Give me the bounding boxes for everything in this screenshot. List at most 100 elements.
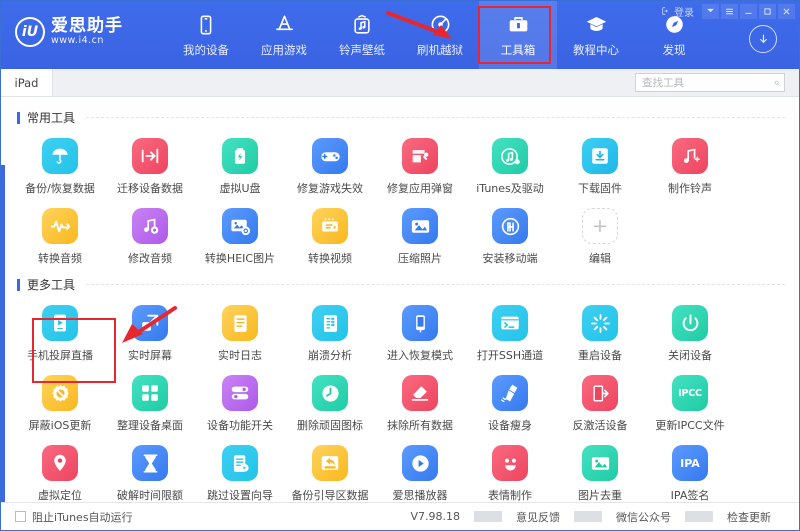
nav-label: 工具箱: [501, 42, 536, 58]
tool-convert-audio[interactable]: 转换音频: [15, 202, 105, 272]
nav-label: 应用游戏: [261, 42, 307, 58]
tool-label: 迁移设备数据: [117, 180, 183, 196]
tool-delete-stubborn-icon[interactable]: 删除顽固图标: [285, 369, 375, 439]
tool-virtual-location[interactable]: 虚拟定位: [15, 439, 105, 502]
tool-edit-audio[interactable]: 修改音频: [105, 202, 195, 272]
tool-deactivate-device[interactable]: 反激活设备: [555, 369, 645, 439]
block-itunes-checkbox[interactable]: 阻止iTunes自动运行: [15, 509, 133, 525]
compass-icon: [662, 13, 686, 37]
tool-edit-list[interactable]: + 编辑: [555, 202, 645, 272]
tool-realtime-log[interactable]: 实时日志: [195, 299, 285, 369]
tool-restart-device[interactable]: 重启设备: [555, 299, 645, 369]
tool-backup-boot-data[interactable]: 备份引导区数据: [285, 439, 375, 502]
usb-icon: [222, 138, 258, 174]
tab-ipad[interactable]: iPad: [1, 69, 53, 96]
ringtone-make-icon: [672, 138, 708, 174]
tool-skip-setup-wizard[interactable]: 跳过设置向导: [195, 439, 285, 502]
status-separator: [574, 511, 602, 522]
tool-label: 转换音频: [38, 250, 82, 266]
tool-install-mobile[interactable]: 安装移动端: [465, 202, 555, 272]
nav-item-apps-games[interactable]: 应用游戏: [245, 1, 323, 69]
tool-open-ssh[interactable]: 打开SSH通道: [465, 299, 555, 369]
feedback-link[interactable]: 意见反馈: [502, 509, 574, 525]
tool-crack-time-limit[interactable]: 破解时间限额: [105, 439, 195, 502]
nav-label: 铃声壁纸: [339, 42, 385, 58]
tool-ipa-sign[interactable]: IPA IPA签名: [645, 439, 735, 502]
tool-download-firmware[interactable]: 下载固件: [555, 132, 645, 202]
tool-realtime-screen[interactable]: 实时屏幕: [105, 299, 195, 369]
tool-crash-report[interactable]: 崩溃分析: [285, 299, 375, 369]
tool-convert-video[interactable]: 转换视频: [285, 202, 375, 272]
search-box[interactable]: [635, 73, 785, 92]
backup-boot-icon: [312, 445, 348, 481]
minimize-button[interactable]: [740, 4, 757, 19]
tool-recovery-mode[interactable]: 进入恢复模式: [375, 299, 465, 369]
close-button[interactable]: [778, 4, 795, 19]
app-window: 登录 iU 爱思助手 www.i4.cn: [0, 0, 800, 531]
toolbox-icon: [506, 13, 530, 37]
tool-backup-restore[interactable]: 备份/恢复数据: [15, 132, 105, 202]
block-update-icon: [42, 375, 78, 411]
tool-compress-photo[interactable]: 压缩照片: [375, 202, 465, 272]
ringtone-icon: [350, 13, 374, 37]
tool-label: 转换HEIC图片: [205, 250, 275, 266]
tool-fix-app-popup[interactable]: 修复应用弹窗: [375, 132, 465, 202]
tool-i4-player[interactable]: 爱思播放器: [375, 439, 465, 502]
tool-label: 重启设备: [578, 347, 622, 363]
brand-logo[interactable]: iU 爱思助手 www.i4.cn: [15, 17, 155, 47]
nav-item-ringtone-wallpaper[interactable]: 铃声壁纸: [323, 1, 401, 69]
tool-erase-all-data[interactable]: 抹除所有数据: [375, 369, 465, 439]
checkbox-label: 阻止iTunes自动运行: [32, 509, 133, 525]
wechat-link[interactable]: 微信公众号: [602, 509, 685, 525]
tool-grid-more: 手机投屏直播 实时屏幕 实时日志: [15, 299, 785, 502]
section-accent-bar: [17, 112, 20, 124]
tool-photo-dedupe[interactable]: 图片去重: [555, 439, 645, 502]
video-convert-icon: [312, 208, 348, 244]
search-input[interactable]: [642, 77, 774, 89]
tool-label: 备份/恢复数据: [25, 180, 95, 196]
maximize-button[interactable]: [759, 4, 776, 19]
tool-itunes-driver[interactable]: iTunes及驱动: [465, 132, 555, 202]
tool-screen-cast[interactable]: 手机投屏直播: [15, 299, 105, 369]
location-pin-icon: [42, 445, 78, 481]
flash-icon: [428, 13, 452, 37]
check-update-link[interactable]: 检查更新: [713, 509, 785, 525]
nav-item-tutorial-center[interactable]: 教程中心: [557, 1, 635, 69]
tool-block-ios-update[interactable]: 屏蔽iOS更新: [15, 369, 105, 439]
tool-make-ringtone[interactable]: 制作铃声: [645, 132, 735, 202]
section-header-more-tools: 更多工具: [17, 276, 785, 293]
tool-label: 关闭设备: [668, 347, 712, 363]
tool-label: 修复游戏失效: [297, 180, 363, 196]
tool-virtual-usb[interactable]: 虚拟U盘: [195, 132, 285, 202]
section-title: 更多工具: [27, 276, 75, 293]
nav-item-discover[interactable]: 发现: [635, 1, 713, 69]
tool-convert-heic[interactable]: 转换HEIC图片: [195, 202, 285, 272]
nav-item-toolbox[interactable]: 工具箱: [479, 1, 557, 69]
nav-item-flash-jailbreak[interactable]: 刷机越狱: [401, 1, 479, 69]
checkbox-box[interactable]: [15, 511, 26, 522]
heic-convert-icon: [222, 208, 258, 244]
hamburger-icon: [725, 7, 734, 16]
tool-fix-game[interactable]: 修复游戏失效: [285, 132, 375, 202]
menu-button[interactable]: [721, 4, 738, 19]
tool-label: 抹除所有数据: [387, 417, 453, 433]
status-bar-right: V7.98.18 意见反馈 微信公众号 检查更新: [396, 509, 785, 525]
device-tabstrip: iPad: [1, 69, 799, 97]
tool-organize-desktop[interactable]: 整理设备桌面: [105, 369, 195, 439]
install-mobile-icon: [492, 208, 528, 244]
tool-power-off-device[interactable]: 关闭设备: [645, 299, 735, 369]
log-icon: [222, 305, 258, 341]
search-icon[interactable]: [774, 77, 780, 89]
tool-emoji-maker[interactable]: 表情制作: [465, 439, 555, 502]
recovery-mode-icon: [402, 305, 438, 341]
tool-update-ipcc[interactable]: IPCC 更新IPCC文件: [645, 369, 735, 439]
tool-label: 表情制作: [488, 487, 532, 502]
download-button[interactable]: [749, 25, 777, 53]
tool-feature-switch[interactable]: 设备功能开关: [195, 369, 285, 439]
tool-migrate-data[interactable]: 迁移设备数据: [105, 132, 195, 202]
nav-item-my-device[interactable]: 我的设备: [167, 1, 245, 69]
plus-icon: +: [582, 208, 618, 244]
emoji-icon: [492, 445, 528, 481]
tool-device-slim[interactable]: 设备瘦身: [465, 369, 555, 439]
screen-cast-icon: [42, 305, 78, 341]
